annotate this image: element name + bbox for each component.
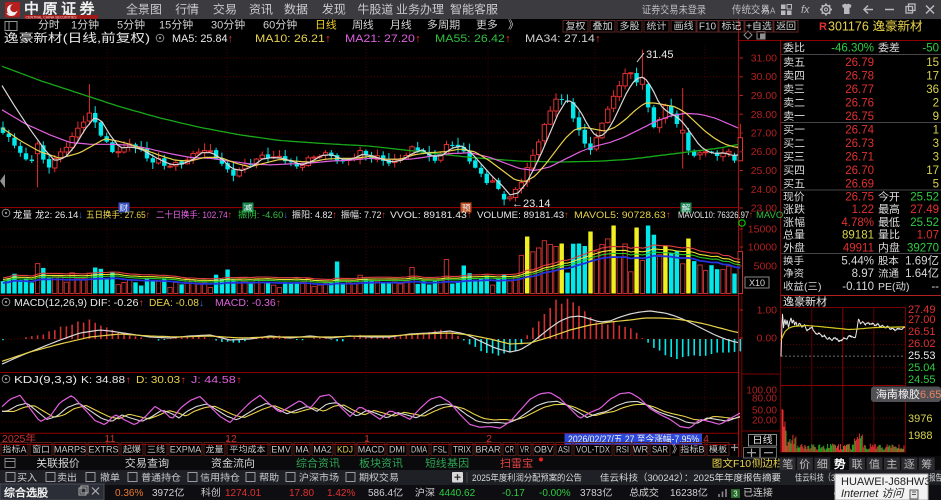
svg-text:已连接: 已连接 xyxy=(743,487,773,499)
svg-text:3: 3 xyxy=(733,490,738,499)
svg-text:撤单: 撤单 xyxy=(100,472,120,484)
svg-text:资金流向: 资金流向 xyxy=(211,457,255,470)
svg-text:30分钟: 30分钟 xyxy=(211,19,245,32)
svg-text:板块资讯: 板块资讯 xyxy=(359,457,403,470)
svg-text:全景图: 全景图 xyxy=(126,3,162,17)
svg-text:总成交: 总成交 xyxy=(629,487,659,499)
svg-text:多周期: 多周期 xyxy=(427,20,460,32)
svg-text:301176 逸豪新材: 301176 逸豪新材 xyxy=(828,19,923,34)
svg-text:分时: 分时 xyxy=(38,19,60,32)
svg-text:信用持仓: 信用持仓 xyxy=(200,472,240,484)
svg-text:多股: 多股 xyxy=(620,20,640,32)
svg-text:复权: 复权 xyxy=(566,20,586,32)
svg-text:HUAWEI-J68HW3: HUAWEI-J68HW3 xyxy=(841,476,930,488)
svg-text:返回: 返回 xyxy=(776,20,796,32)
svg-text:关联报价: 关联报价 xyxy=(36,457,80,470)
svg-text:发现: 发现 xyxy=(322,3,346,17)
svg-text:统计: 统计 xyxy=(647,20,667,32)
svg-text:月线: 月线 xyxy=(389,20,412,32)
svg-text:周线: 周线 xyxy=(352,20,374,32)
svg-text:1.42%: 1.42% xyxy=(327,488,355,499)
svg-text:普通持仓: 普通持仓 xyxy=(141,472,181,484)
svg-text:Internet 访问: Internet 访问 xyxy=(841,487,905,500)
svg-text:A: A xyxy=(762,5,770,17)
svg-text:画线: 画线 xyxy=(674,21,694,32)
svg-text:沪深: 沪深 xyxy=(415,487,435,499)
svg-text:17.80: 17.80 xyxy=(289,488,314,499)
svg-text:科创: 科创 xyxy=(201,487,221,499)
svg-text:综合资讯: 综合资讯 xyxy=(296,457,340,470)
svg-text:综合选股: 综合选股 xyxy=(4,487,49,500)
svg-text:-0.17: -0.17 xyxy=(502,488,525,499)
svg-text:》: 》 xyxy=(508,19,519,32)
svg-text:标记: 标记 xyxy=(722,20,742,32)
svg-text:业务办理: 业务办理 xyxy=(396,3,444,17)
svg-text:R: R xyxy=(819,21,827,33)
svg-text:586.4亿: 586.4亿 xyxy=(368,487,403,499)
svg-text:佳云科技（300242）：2025年年度报告摘要: 佳云科技（300242）：2025年年度报告摘要 xyxy=(600,472,781,484)
svg-text:行情: 行情 xyxy=(175,3,199,17)
svg-text:-0.00%: -0.00% xyxy=(539,488,571,499)
svg-text:15分钟: 15分钟 xyxy=(159,19,193,32)
svg-text:4440.62: 4440.62 xyxy=(439,488,476,499)
svg-text:16238亿: 16238亿 xyxy=(670,487,708,499)
svg-text:扫雷宝: 扫雷宝 xyxy=(500,457,533,470)
svg-text:1274.01: 1274.01 xyxy=(225,488,262,499)
svg-text:A: A xyxy=(770,7,776,16)
svg-text:叠加: 叠加 xyxy=(593,20,613,32)
svg-text:买入: 买入 xyxy=(17,472,37,484)
svg-text:F10: F10 xyxy=(699,21,717,32)
svg-text:期权交易: 期权交易 xyxy=(359,472,399,484)
svg-text:沪深市场: 沪深市场 xyxy=(299,472,340,484)
svg-text:证券交易未登录: 证券交易未登录 xyxy=(642,4,706,17)
svg-text:+自选: +自选 xyxy=(746,20,772,32)
svg-text:fx: fx xyxy=(801,4,810,16)
svg-text:数据: 数据 xyxy=(284,3,308,17)
svg-text:3972亿: 3972亿 xyxy=(152,487,184,499)
svg-text:3783亿: 3783亿 xyxy=(580,487,612,499)
svg-text:帮助: 帮助 xyxy=(259,472,279,484)
svg-text:牛股道: 牛股道 xyxy=(357,3,393,17)
svg-text:交易查询: 交易查询 xyxy=(125,457,169,470)
svg-text:卖出: 卖出 xyxy=(57,473,77,484)
svg-text:智能客服: 智能客服 xyxy=(450,3,498,17)
svg-text:日线: 日线 xyxy=(315,20,337,32)
svg-text:短线基因: 短线基因 xyxy=(425,457,469,470)
svg-text:1分钟: 1分钟 xyxy=(71,19,99,32)
svg-text:0.36%: 0.36% xyxy=(115,488,143,499)
svg-text:2025年度利润分配预案的公告: 2025年度利润分配预案的公告 xyxy=(472,472,582,484)
svg-text:资讯: 资讯 xyxy=(249,3,273,17)
svg-text:5分钟: 5分钟 xyxy=(117,19,145,32)
svg-text:报告: 报告 xyxy=(929,473,941,484)
svg-text:更多: 更多 xyxy=(476,20,498,32)
svg-text:交易: 交易 xyxy=(213,3,237,17)
svg-text:60分钟: 60分钟 xyxy=(263,19,297,32)
